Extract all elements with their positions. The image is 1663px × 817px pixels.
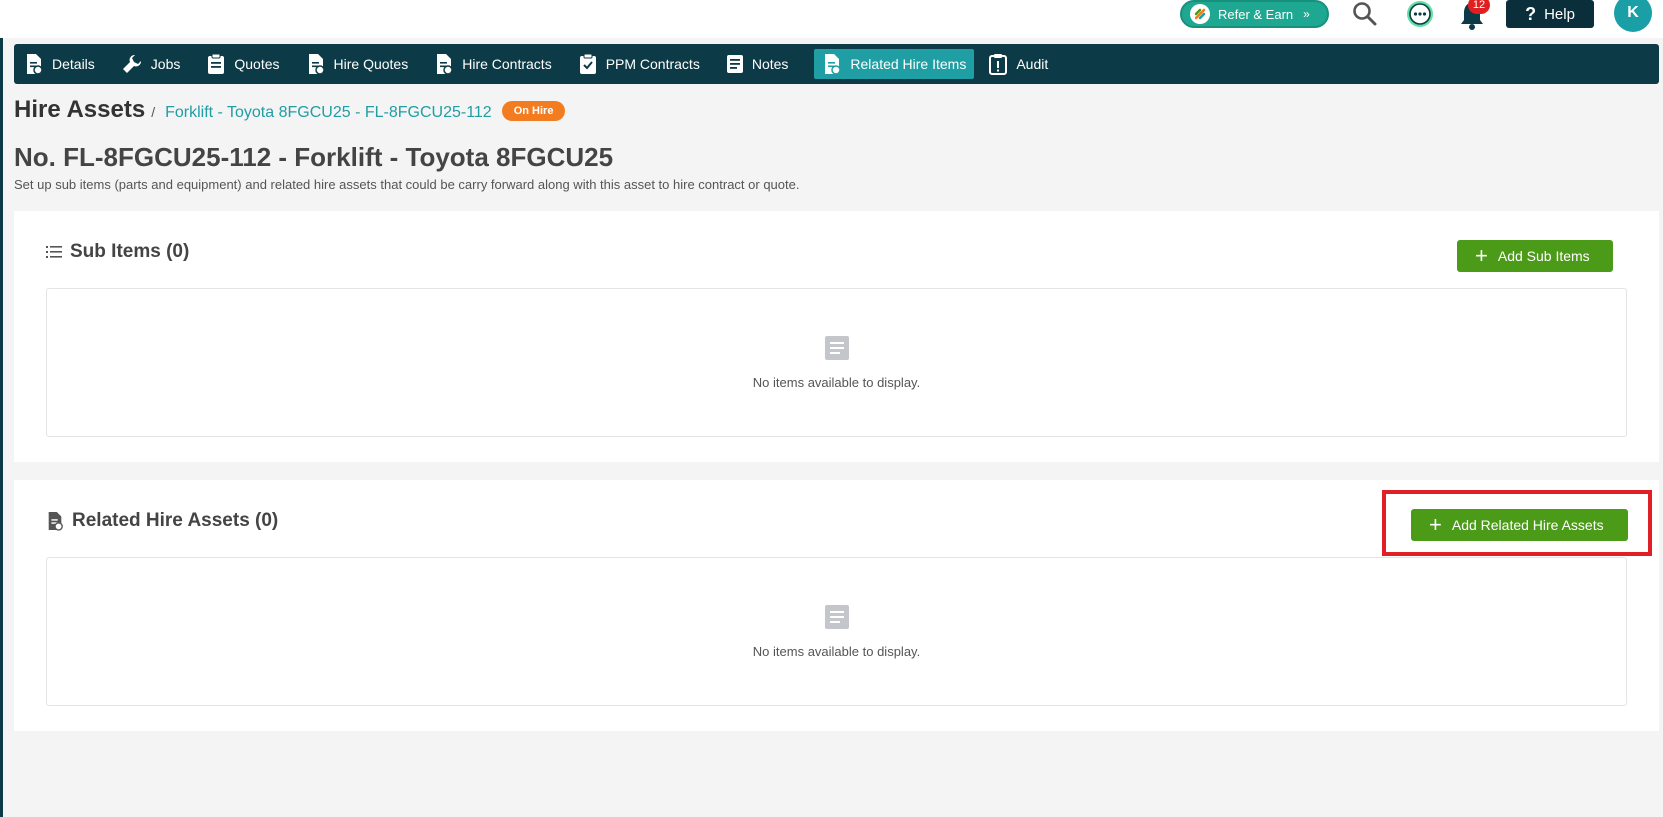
tab-jobs[interactable]: Jobs — [121, 49, 193, 79]
highlight-box — [1382, 490, 1652, 556]
related-hire-assets-header: Related Hire Assets (0) — [46, 510, 278, 532]
add-sub-items-label: Add Sub Items — [1497, 248, 1590, 264]
tab-label: Jobs — [150, 56, 181, 72]
empty-message: No items available to display. — [752, 375, 921, 390]
document-icon — [437, 54, 453, 75]
sub-items-title: Sub Items (0) — [70, 241, 190, 262]
plus-icon: + — [1475, 243, 1488, 268]
add-sub-items-button[interactable]: + Add Sub Items — [1457, 240, 1613, 272]
status-badge: On Hire — [501, 101, 566, 121]
document-icon — [27, 54, 43, 75]
tab-label: Details — [52, 56, 95, 72]
tab-details[interactable]: Details — [24, 49, 107, 79]
related-hire-assets-title: Related Hire Assets (0) — [72, 510, 279, 531]
tab-quotes[interactable]: Quotes — [206, 49, 291, 79]
tab-hire-contracts[interactable]: Hire Contracts — [434, 49, 563, 79]
chat-icon[interactable] — [1403, 0, 1437, 30]
help-label: Help — [1544, 5, 1575, 23]
document-icon — [308, 54, 325, 75]
notes-icon — [726, 55, 743, 73]
tab-label: Hire Quotes — [333, 56, 409, 72]
document-icon — [48, 512, 63, 531]
left-edge-bar — [0, 0, 3, 817]
clipboard-alert-icon — [989, 54, 1008, 75]
page-description: Set up sub items (parts and equipment) a… — [14, 177, 800, 192]
list-icon — [46, 246, 62, 258]
user-avatar[interactable]: K — [1614, 0, 1652, 32]
tab-ppm-contracts[interactable]: PPM Contracts — [578, 49, 712, 79]
tab-audit[interactable]: Audit — [988, 49, 1060, 79]
page-title: No. FL-8FGCU25-112 - Forklift - Toyota 8… — [14, 142, 614, 172]
tab-notes[interactable]: Notes — [726, 49, 801, 79]
tab-label: Notes — [751, 56, 789, 72]
sub-items-header: Sub Items (0) — [46, 241, 189, 263]
tab-label: Quotes — [234, 56, 280, 72]
tab-label: Audit — [1016, 56, 1049, 72]
sub-items-empty-state: No items available to display. — [46, 288, 1627, 437]
clipboard-check-icon — [579, 53, 596, 74]
refer-earn-button[interactable]: Refer & Earn » — [1180, 0, 1329, 28]
notification-count-badge: 12 — [1468, 0, 1490, 14]
empty-document-icon — [824, 605, 849, 629]
tab-hire-quotes[interactable]: Hire Quotes — [306, 49, 421, 79]
breadcrumb: Hire Assets / Forklift - Toyota 8FGCU25 … — [14, 96, 566, 124]
empty-document-icon — [824, 336, 849, 360]
empty-message: No items available to display. — [752, 644, 921, 659]
double-chevron-right-icon: » — [1303, 7, 1310, 21]
help-button[interactable]: ? Help — [1506, 0, 1594, 28]
tab-bar: Details Jobs Quotes Hire Quotes Hire Con… — [14, 44, 1659, 84]
breadcrumb-separator: / — [151, 104, 156, 120]
document-icon — [825, 54, 842, 75]
tab-related-hire-items[interactable]: Related Hire Items — [814, 49, 975, 79]
breadcrumb-current[interactable]: Forklift - Toyota 8FGCU25 - FL-8FGCU25-1… — [165, 104, 492, 122]
tab-label: PPM Contracts — [605, 56, 700, 72]
top-header: Refer & Earn » 12 ? Help K — [0, 0, 1663, 38]
related-hire-assets-empty-state: No items available to display. — [46, 557, 1627, 706]
wrench-icon — [122, 54, 141, 73]
refer-logo-icon — [1190, 4, 1210, 24]
breadcrumb-root[interactable]: Hire Assets — [14, 96, 145, 124]
refer-earn-label: Refer & Earn — [1218, 6, 1294, 22]
sub-items-card: Sub Items (0) + Add Sub Items No items a… — [14, 211, 1659, 462]
tab-label: Related Hire Items — [850, 56, 967, 72]
search-icon[interactable] — [1350, 0, 1380, 28]
tab-label: Hire Contracts — [462, 56, 552, 72]
clipboard-icon — [208, 53, 225, 74]
question-mark-icon: ? — [1525, 3, 1537, 24]
